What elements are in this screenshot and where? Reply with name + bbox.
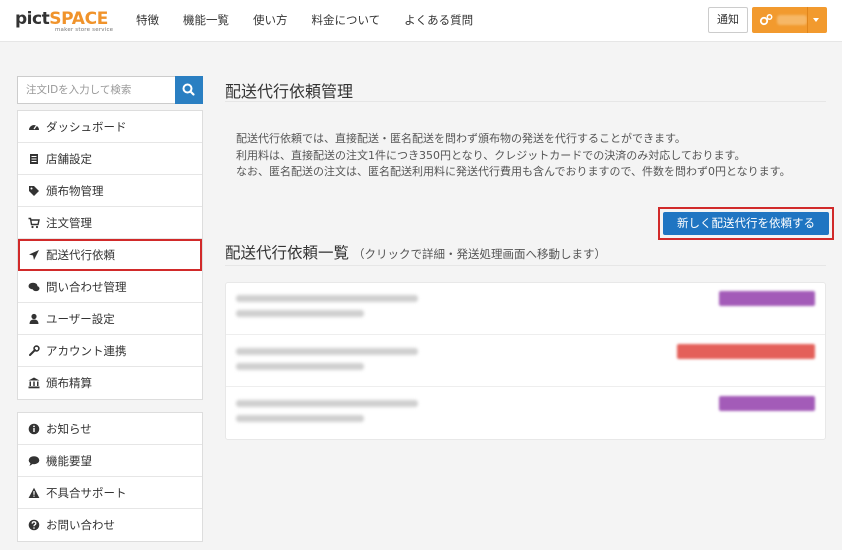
nav-functions[interactable]: 機能一覧 [183, 12, 229, 28]
sidebar-item-label: 不具合サポート [46, 485, 127, 500]
logo-space: SPACE [49, 9, 109, 29]
list-item[interactable] [226, 283, 825, 335]
sidebar-item-label: 問い合わせ管理 [46, 279, 127, 294]
sidebar-item-orders[interactable]: 注文管理 [18, 207, 202, 239]
order-id-search-input[interactable] [17, 76, 175, 104]
list-heading: 配送代行依頼一覧 （クリックで詳細・発送処理画面へ移動します） [225, 241, 606, 263]
bank-icon [28, 377, 40, 389]
top-navbar: pictSPACE maker store service 特徴 機能一覧 使い… [0, 0, 842, 42]
sidebar-item-user-settings[interactable]: ユーザー設定 [18, 303, 202, 335]
sidebar-item-inquiries[interactable]: 問い合わせ管理 [18, 271, 202, 303]
pictspace-logo[interactable]: pictSPACE maker store service [15, 9, 113, 35]
description-line: 配送代行依頼では、直接配送・匿名配送を問わず頒布物の発送を代行することができます… [236, 132, 686, 145]
main-nav: 特徴 機能一覧 使い方 料金について よくある質問 [136, 12, 497, 28]
question-icon [28, 519, 40, 531]
wrench-icon [28, 344, 40, 357]
sidebar-menu: ダッシュボード 店舗設定 頒布物管理 注文管理 配送代行依頼 問い合わせ管理 ユ… [17, 110, 203, 400]
sidebar-item-label: ユーザー設定 [46, 311, 115, 326]
sidebar-item-dashboard[interactable]: ダッシュボード [18, 111, 202, 143]
description-line: 利用料は、直接配送の注文1件につき350円となり、クレジットカードでの決済のみ対… [236, 148, 746, 162]
dashboard-icon [28, 121, 40, 133]
nav-how-to[interactable]: 使い方 [253, 12, 288, 28]
user-menu-divider [807, 7, 808, 33]
search-icon [182, 83, 195, 96]
redacted-text [236, 400, 418, 407]
sidebar-item-label: 頒布物管理 [46, 183, 104, 198]
sidebar-item-contact[interactable]: お問い合わせ [18, 509, 202, 541]
sidebar-item-label: お知らせ [46, 421, 92, 436]
status-badge [719, 291, 815, 306]
warning-icon [28, 487, 40, 499]
search-button[interactable] [175, 76, 203, 104]
send-icon [28, 249, 40, 261]
sidebar-item-bug-support[interactable]: 不具合サポート [18, 477, 202, 509]
cart-icon [28, 217, 40, 229]
new-delivery-request-button[interactable]: 新しく配送代行を依頼する [663, 212, 829, 235]
sidebar-item-feature-request[interactable]: 機能要望 [18, 445, 202, 477]
sidebar-support-menu: お知らせ 機能要望 不具合サポート お問い合わせ [17, 412, 203, 542]
user-icon [28, 313, 40, 325]
gears-icon [759, 14, 773, 26]
order-search [17, 76, 203, 104]
comment-icon [28, 455, 40, 467]
logo-tagline: maker store service [55, 27, 114, 33]
list-divider [225, 265, 826, 266]
new-request-highlight: 新しく配送代行を依頼する [658, 207, 834, 240]
notification-button[interactable]: 通知 [708, 7, 748, 33]
sidebar-item-label: 配送代行依頼 [46, 247, 115, 262]
status-badge [719, 396, 815, 411]
sidebar-item-label: 店舗設定 [46, 151, 92, 166]
sidebar-item-account-link[interactable]: アカウント連携 [18, 335, 202, 367]
nav-pricing[interactable]: 料金について [312, 12, 381, 28]
sidebar-item-label: ダッシュボード [46, 119, 127, 134]
sidebar-item-label: 頒布精算 [46, 376, 92, 390]
redacted-text [236, 348, 418, 355]
sidebar-item-news[interactable]: お知らせ [18, 413, 202, 445]
sidebar-item-label: アカウント連携 [46, 343, 127, 358]
sidebar-item-store-settings[interactable]: 店舗設定 [18, 143, 202, 175]
username-redacted [777, 15, 807, 25]
logo-pict: pict [15, 9, 50, 29]
user-menu-button[interactable] [752, 7, 827, 33]
description-line: なお、匿名配送の注文は、匿名配送利用料に発送代行費用も含んでおりますので、件数を… [236, 165, 791, 178]
sidebar-item-settlement[interactable]: 頒布精算 [18, 367, 202, 399]
redacted-text [236, 310, 364, 317]
sidebar-item-label: 注文管理 [46, 215, 92, 230]
page-title: 配送代行依頼管理 [225, 82, 354, 101]
request-list [225, 282, 826, 440]
redacted-text [236, 295, 418, 302]
list-title: 配送代行依頼一覧 [225, 244, 350, 262]
sidebar-item-items[interactable]: 頒布物管理 [18, 175, 202, 207]
description: 配送代行依頼では、直接配送・匿名配送を問わず頒布物の発送を代行することができます… [236, 131, 791, 181]
tag-icon [28, 185, 40, 197]
nav-features[interactable]: 特徴 [136, 12, 159, 28]
list-subtitle: （クリックで詳細・発送処理画面へ移動します） [353, 247, 607, 261]
list-item[interactable] [226, 387, 825, 439]
info-icon [28, 423, 40, 435]
sidebar-item-label: お問い合わせ [46, 518, 115, 532]
title-divider [225, 101, 826, 102]
nav-faq[interactable]: よくある質問 [404, 12, 473, 28]
list-item[interactable] [226, 335, 825, 387]
sidebar-item-delivery-request[interactable]: 配送代行依頼 [18, 239, 202, 271]
redacted-text [236, 415, 364, 422]
redacted-text [236, 363, 364, 370]
sidebar-item-label: 機能要望 [46, 453, 92, 468]
store-icon [28, 153, 40, 165]
status-badge [677, 344, 815, 359]
chevron-down-icon [813, 18, 819, 22]
chat-icon [28, 281, 40, 293]
